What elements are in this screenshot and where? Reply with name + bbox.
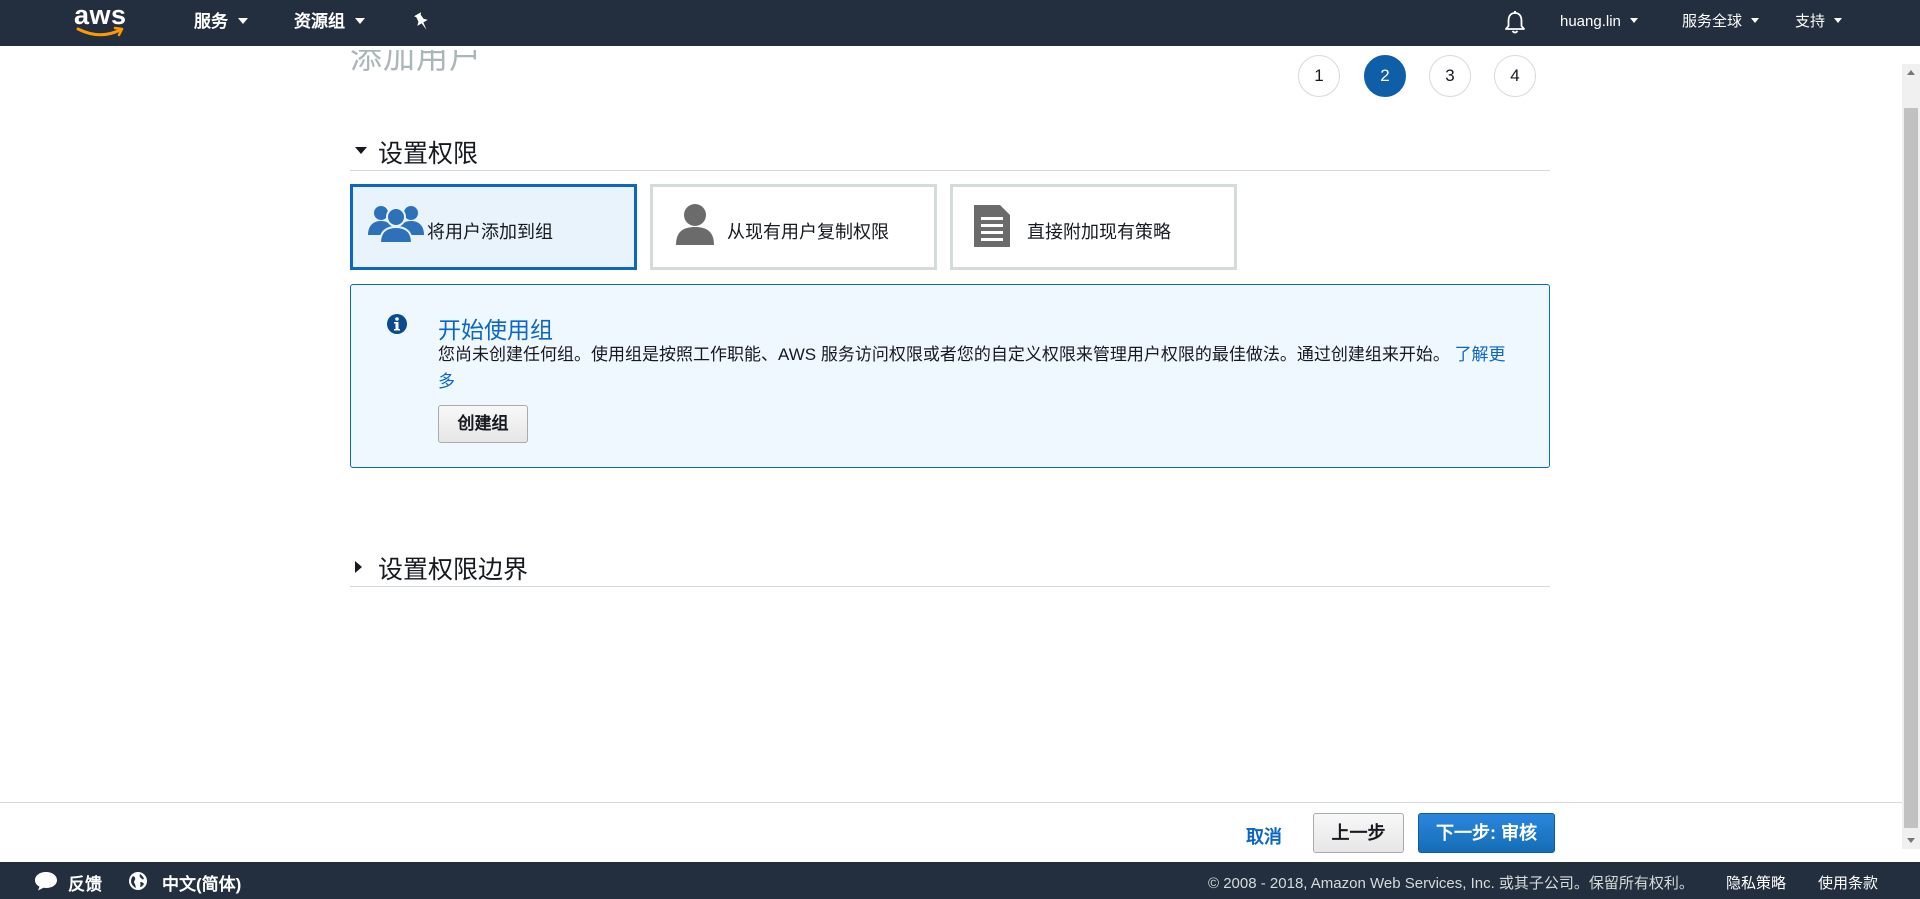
caret-right-icon — [355, 561, 362, 573]
info-box: 开始使用组 您尚未创建任何组。使用组是按照工作职能、AWS 服务访问权限或者您的… — [350, 284, 1550, 468]
top-navigation-bar: aws 服务 资源组 huang.lin 服务全球 支持 — [0, 0, 1920, 46]
option-attach-policies[interactable]: 直接附加现有策略 — [950, 184, 1237, 270]
copyright-text: © 2008 - 2018, Amazon Web Services, Inc.… — [1208, 875, 1694, 892]
chevron-down-icon — [238, 17, 248, 24]
option-add-user-to-group[interactable]: 将用户添加到组 — [350, 184, 637, 270]
page-scrollbar[interactable] — [1902, 64, 1920, 849]
chevron-down-icon — [1629, 17, 1638, 23]
chevron-down-icon — [355, 17, 365, 24]
info-icon — [387, 314, 407, 334]
feedback-icon — [35, 872, 57, 891]
account-menu[interactable]: huang.lin — [1560, 0, 1638, 46]
aws-logo[interactable]: aws — [74, 0, 128, 40]
info-text: 您尚未创建任何组。使用组是按照工作职能、AWS 服务访问权限或者您的自定义权限来… — [438, 341, 1518, 395]
globe-icon — [129, 872, 147, 890]
permissions-section-title: 设置权限 — [378, 140, 479, 168]
previous-button[interactable]: 上一步 — [1313, 813, 1404, 853]
terms-of-use-link[interactable]: 使用条款 — [1818, 872, 1878, 893]
account-menu-label: huang.lin — [1560, 13, 1621, 30]
option-copy-permissions-label: 从现有用户复制权限 — [727, 222, 889, 242]
region-menu[interactable]: 服务全球 — [1682, 0, 1760, 46]
info-title: 开始使用组 — [438, 317, 553, 343]
privacy-policy-link[interactable]: 隐私策略 — [1726, 872, 1786, 893]
permissions-boundary-section-header[interactable]: 设置权限边界 — [350, 546, 1550, 587]
page-title-text: 添加用户 — [350, 50, 483, 75]
document-icon — [974, 205, 1010, 247]
create-group-button[interactable]: 创建组 — [438, 405, 528, 443]
language-selector[interactable]: 中文(简体) — [162, 870, 241, 895]
chevron-down-icon — [1751, 17, 1760, 23]
services-menu[interactable]: 服务 — [194, 0, 248, 46]
page-title: 添加用户 — [350, 50, 482, 80]
bell-icon[interactable] — [1503, 10, 1527, 36]
wizard-action-bar: 取消 上一步 下一步: 审核 — [0, 802, 1902, 863]
support-menu[interactable]: 支持 — [1795, 0, 1843, 46]
services-menu-label: 服务 — [194, 12, 228, 31]
next-review-button[interactable]: 下一步: 审核 — [1418, 813, 1555, 853]
support-menu-label: 支持 — [1795, 13, 1826, 30]
option-add-user-to-group-label: 将用户添加到组 — [427, 222, 553, 242]
wizard-step-3[interactable]: 3 — [1429, 55, 1471, 97]
resource-groups-menu-label: 资源组 — [294, 12, 345, 31]
caret-down-icon — [355, 147, 367, 154]
pin-icon[interactable] — [412, 10, 432, 34]
cancel-link[interactable]: 取消 — [1246, 823, 1282, 849]
user-icon — [676, 204, 714, 245]
wizard-step-4[interactable]: 4 — [1494, 55, 1536, 97]
bottom-status-bar: 反馈 中文(简体) © 2008 - 2018, Amazon Web Serv… — [0, 862, 1920, 899]
chevron-down-icon — [1834, 17, 1843, 23]
permissions-section-header[interactable]: 设置权限 — [350, 130, 1550, 171]
permissions-boundary-section-title: 设置权限边界 — [378, 556, 529, 584]
aws-smile-icon — [76, 26, 124, 37]
feedback-button[interactable]: 反馈 — [68, 870, 102, 895]
region-menu-label: 服务全球 — [1682, 13, 1743, 30]
option-copy-permissions[interactable]: 从现有用户复制权限 — [650, 184, 937, 270]
info-text-body: 您尚未创建任何组。使用组是按照工作职能、AWS 服务访问权限或者您的自定义权限来… — [438, 345, 1450, 364]
users-icon — [368, 206, 424, 244]
scroll-down-icon[interactable] — [1907, 838, 1915, 843]
wizard-step-2[interactable]: 2 — [1364, 55, 1406, 97]
resource-groups-menu[interactable]: 资源组 — [294, 0, 365, 46]
option-attach-policies-label: 直接附加现有策略 — [1027, 222, 1171, 242]
wizard-step-1[interactable]: 1 — [1298, 55, 1340, 97]
scroll-up-icon[interactable] — [1907, 70, 1915, 75]
scroll-thumb[interactable] — [1904, 108, 1918, 828]
